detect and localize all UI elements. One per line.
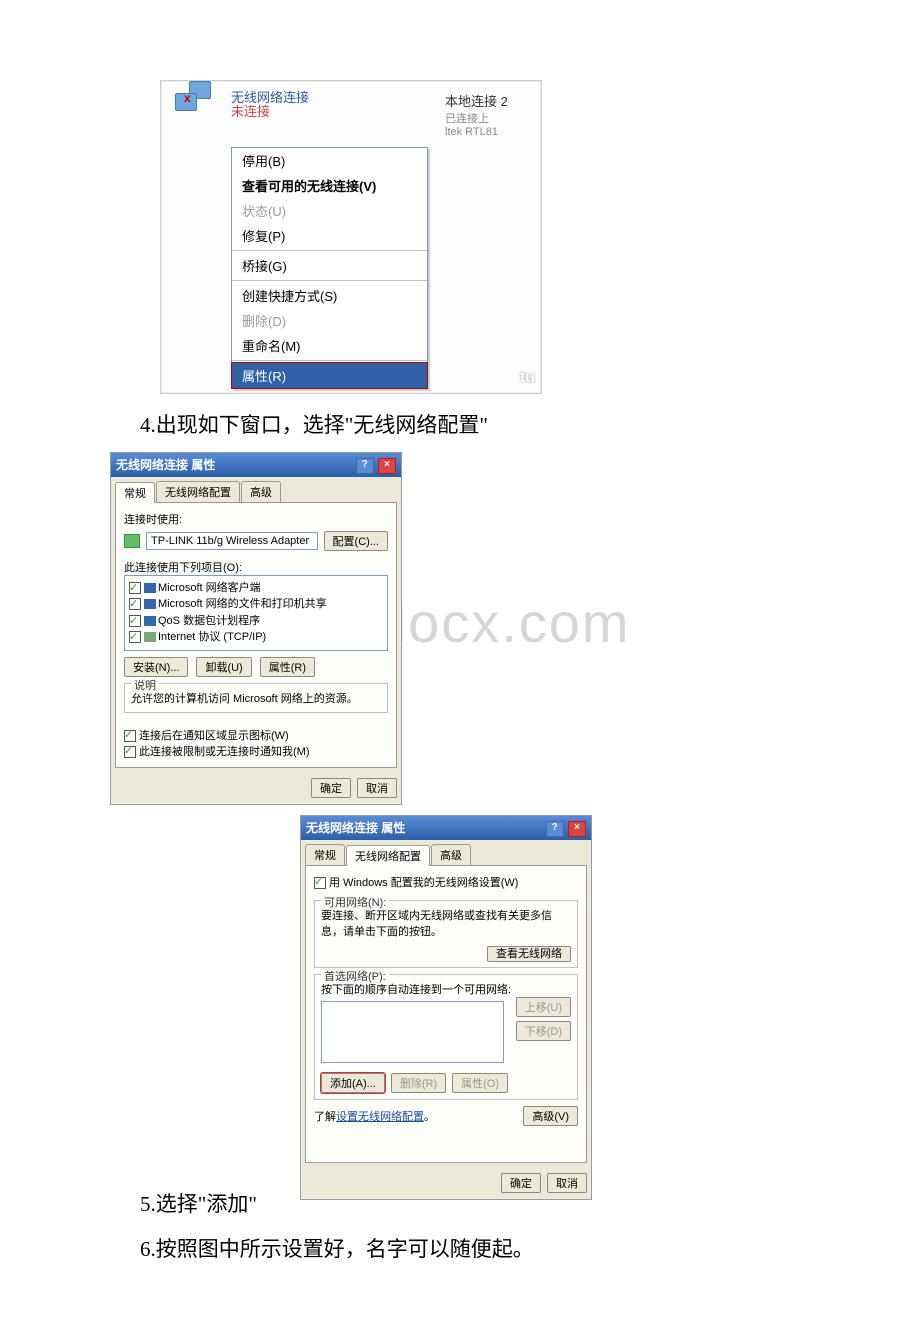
item-fileshare[interactable]: Microsoft 网络的文件和打印机共享 [129, 596, 383, 613]
window-title: 无线网络连接 属性 [306, 819, 405, 836]
adapter-icon [124, 534, 140, 548]
watermark-tu: tu [520, 369, 535, 387]
move-up-button: 上移(U) [516, 997, 571, 1017]
dialog-buttons: 确定 取消 [301, 1167, 591, 1199]
close-button[interactable]: × [568, 821, 586, 837]
step-4-text: 4.出现如下窗口，选择"无线网络配置" [140, 410, 820, 442]
menu-separator [232, 360, 427, 361]
menu-shortcut[interactable]: 创建快捷方式(S) [232, 283, 427, 308]
titlebar: 无线网络连接 属性 ? × [111, 453, 401, 477]
tab-general[interactable]: 常规 [115, 482, 155, 503]
screenshot-properties-general: 无线网络连接 属性 ? × 常规 无线网络配置 高级 连接时使用: TP-LIN… [110, 452, 402, 805]
menu-properties[interactable]: 属性(R) [232, 363, 427, 388]
item-client[interactable]: Microsoft 网络客户端 [129, 580, 383, 597]
uninstall-button[interactable]: 卸载(U) [196, 657, 251, 677]
right-conn-status: 已连接上 [445, 110, 535, 126]
item-qos[interactable]: QoS 数据包计划程序 [129, 613, 383, 630]
menu-view-available[interactable]: 查看可用的无线连接(V) [232, 173, 427, 198]
window-title: 无线网络连接 属性 [116, 456, 215, 473]
tab-advanced[interactable]: 高级 [431, 844, 471, 865]
dialog-body: 用 Windows 配置我的无线网络设置(W) 可用网络(N): 要连接、断开区… [305, 865, 587, 1163]
connection-labels: 无线网络连接 未连接 [231, 91, 309, 120]
notify-icon-checkbox[interactable]: 连接后在通知区域显示图标(W) [124, 727, 388, 743]
available-networks-group: 可用网络(N): 要连接、断开区域内无线网络或查找有关更多信息，请单击下面的按钮… [314, 900, 578, 968]
help-button[interactable]: ? [356, 458, 374, 474]
view-networks-button[interactable]: 查看无线网络 [487, 946, 571, 962]
preferred-label: 首选网络(P): [321, 968, 389, 984]
configure-button[interactable]: 配置(C)... [324, 531, 388, 551]
adapter-name: TP-LINK 11b/g Wireless Adapter [146, 532, 318, 550]
cancel-button[interactable]: 取消 [357, 778, 397, 798]
cancel-button[interactable]: 取消 [547, 1173, 587, 1193]
dialog-buttons: 确定 取消 [111, 772, 401, 804]
screenshot-context-menu: x 无线网络连接 未连接 本地连接 2 已连接上 ltek RTL81 停用(B… [160, 80, 542, 394]
tab-wireless[interactable]: 无线网络配置 [346, 845, 430, 866]
add-button[interactable]: 添加(A)... [321, 1073, 385, 1093]
properties-button: 属性(O) [452, 1073, 508, 1093]
move-down-button: 下移(D) [516, 1021, 571, 1041]
tab-advanced[interactable]: 高级 [241, 481, 281, 502]
close-button[interactable]: × [378, 458, 396, 474]
titlebar-buttons: ? × [355, 456, 396, 474]
learn-link-line: 了解设置无线网络配置。 [314, 1108, 435, 1124]
right-conn-title: 本地连接 2 [445, 91, 535, 110]
menu-rename[interactable]: 重命名(M) [232, 333, 427, 358]
item-tcpip[interactable]: Internet 协议 (TCP/IP) [129, 629, 383, 646]
context-menu: 停用(B) 查看可用的无线连接(V) 状态(U) 修复(P) 桥接(G) 创建快… [231, 147, 428, 389]
menu-separator [232, 250, 427, 251]
item-properties-button[interactable]: 属性(R) [260, 657, 315, 677]
remove-button: 删除(R) [391, 1073, 446, 1093]
titlebar-buttons: ? × [545, 819, 586, 837]
available-desc: 要连接、断开区域内无线网络或查找有关更多信息，请单击下面的按钮。 [321, 907, 571, 939]
menu-status: 状态(U) [232, 198, 427, 223]
tab-strip: 常规 无线网络配置 高级 [301, 840, 591, 865]
available-label: 可用网络(N): [321, 894, 389, 910]
advanced-button[interactable]: 高级(V) [523, 1106, 578, 1126]
notify-limited-checkbox[interactable]: 此连接被限制或无连接时通知我(M) [124, 743, 388, 759]
connection-status: 未连接 [231, 105, 309, 119]
right-conn-adapter: ltek RTL81 [445, 126, 535, 138]
items-listbox[interactable]: Microsoft 网络客户端 Microsoft 网络的文件和打印机共享 Qo… [124, 575, 388, 651]
preferred-listbox[interactable] [321, 1001, 504, 1063]
menu-bridge[interactable]: 桥接(G) [232, 253, 427, 278]
ok-button[interactable]: 确定 [311, 778, 351, 798]
learn-link[interactable]: 设置无线网络配置 [336, 1111, 424, 1123]
network-icon: x [161, 81, 236, 115]
connection-name: 无线网络连接 [231, 91, 309, 105]
menu-separator [232, 280, 427, 281]
menu-repair[interactable]: 修复(P) [232, 223, 427, 248]
titlebar: 无线网络连接 属性 ? × [301, 816, 591, 840]
ok-button[interactable]: 确定 [501, 1173, 541, 1193]
menu-disable[interactable]: 停用(B) [232, 148, 427, 173]
step-6-text: 6.按照图中所示设置好，名字可以随便起。 [140, 1234, 820, 1266]
dialog-body: 连接时使用: TP-LINK 11b/g Wireless Adapter 配置… [115, 502, 397, 768]
tab-wireless[interactable]: 无线网络配置 [156, 481, 240, 502]
uses-items-label: 此连接使用下列项目(O): [124, 559, 388, 575]
description-text: 允许您的计算机访问 Microsoft 网络上的资源。 [131, 690, 381, 706]
preferred-networks-group: 首选网络(P): 按下面的顺序自动连接到一个可用网络: 上移(U) 下移(D) … [314, 974, 578, 1100]
install-button[interactable]: 安装(N)... [124, 657, 188, 677]
screenshot-properties-wireless: 无线网络连接 属性 ? × 常规 无线网络配置 高级 用 Windows 配置我… [300, 815, 592, 1200]
description-label: 说明 [131, 677, 159, 693]
menu-delete: 删除(D) [232, 308, 427, 333]
document-page: x 无线网络连接 未连接 本地连接 2 已连接上 ltek RTL81 停用(B… [0, 0, 920, 1335]
description-group: 说明 允许您的计算机访问 Microsoft 网络上的资源。 [124, 683, 388, 713]
help-button[interactable]: ? [546, 821, 564, 837]
connect-using-label: 连接时使用: [124, 511, 388, 527]
use-windows-checkbox[interactable]: 用 Windows 配置我的无线网络设置(W) [314, 874, 578, 890]
right-connection-info: 本地连接 2 已连接上 ltek RTL81 [445, 91, 535, 138]
tab-strip: 常规 无线网络配置 高级 [111, 477, 401, 502]
tab-general[interactable]: 常规 [305, 844, 345, 865]
